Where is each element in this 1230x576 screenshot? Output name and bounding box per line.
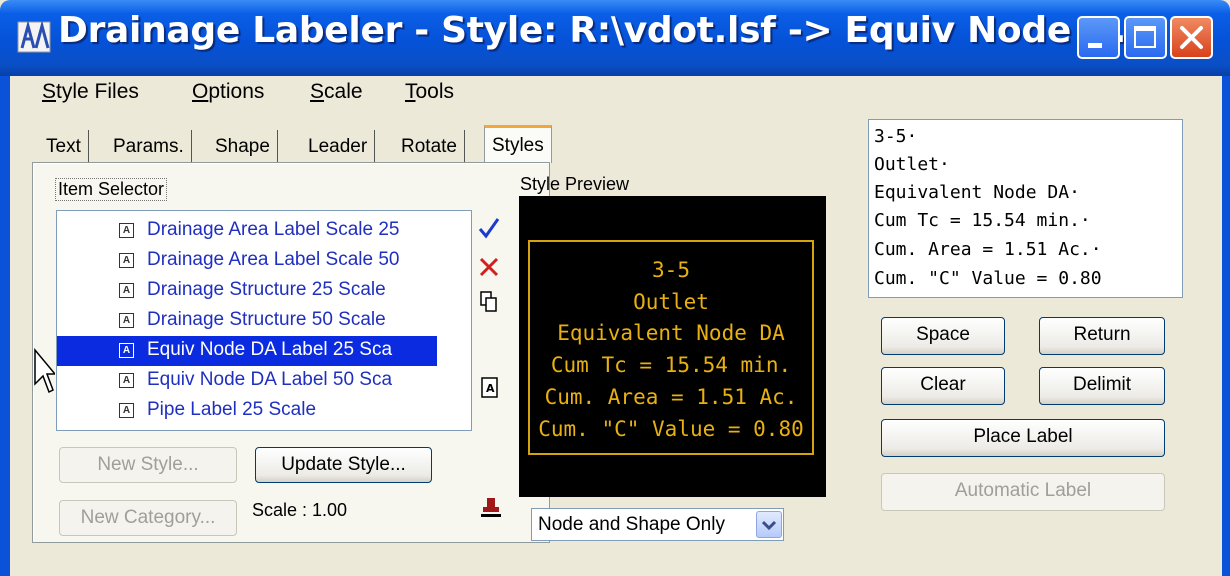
label-text-editor[interactable]: 3-5· Outlet· Equivalent Node DA· Cum Tc … (868, 119, 1183, 298)
list-item[interactable]: A Drainage Area Label Scale 50 (57, 246, 437, 276)
label-text-line: Cum. "C" Value = 0.80 (874, 268, 1102, 289)
delimit-button[interactable]: Delimit (1039, 367, 1165, 405)
mouse-cursor-icon (34, 348, 55, 394)
preview-line-1: 3-5 (652, 258, 690, 282)
label-text-line: Equivalent Node DA· (874, 182, 1080, 203)
update-style-button[interactable]: Update Style... (255, 447, 432, 483)
label-text-line: Outlet· (874, 154, 950, 175)
style-preview-label: Style Preview (520, 174, 630, 194)
automatic-label-button[interactable]: Automatic Label (881, 473, 1165, 511)
label-style-icon: A (119, 223, 134, 238)
close-button[interactable] (1170, 16, 1213, 59)
preview-line-3: Equivalent Node DA (557, 321, 785, 345)
list-item[interactable]: A Equiv Node DA Label 50 Sca (57, 366, 437, 396)
list-item[interactable]: A Drainage Area Label Scale 25 (57, 216, 437, 246)
place-label-button[interactable]: Place Label (881, 419, 1165, 457)
list-item-selected[interactable]: A Equiv Node DA Label 25 Sca (57, 336, 437, 366)
menu-bar: Style Files Options Scale Tools (10, 76, 1222, 114)
label-style-icon: A (119, 373, 134, 388)
svg-text:A: A (486, 382, 495, 395)
label-style-icon: A (119, 253, 134, 268)
minimize-button[interactable] (1077, 16, 1120, 59)
clear-button[interactable]: Clear (881, 367, 1005, 405)
label-style-icon: A (119, 343, 134, 358)
maximize-button[interactable] (1124, 16, 1167, 59)
window-title: Drainage Labeler - Style: R:\vdot.lsf ->… (58, 10, 1153, 51)
tab-text[interactable]: Text (39, 130, 89, 163)
new-style-button[interactable]: New Style... (59, 447, 237, 483)
menu-style-files[interactable]: Style Files (42, 80, 139, 104)
tab-styles[interactable]: Styles (484, 125, 552, 163)
label-style-icon: A (119, 283, 134, 298)
close-icon (1180, 26, 1203, 49)
preview-mode-select[interactable]: Node and Shape Only (531, 508, 784, 541)
return-button[interactable]: Return (1039, 317, 1165, 355)
tab-params[interactable]: Params. (106, 130, 192, 163)
list-item[interactable]: A Drainage Structure 25 Scale (57, 276, 437, 306)
title-bar[interactable]: Drainage Labeler - Style: R:\vdot.lsf ->… (0, 0, 1230, 76)
window-border-right (1222, 76, 1230, 576)
copy-icon[interactable] (479, 290, 499, 314)
stamp-icon[interactable] (480, 496, 502, 520)
label-text-line: Cum Tc = 15.54 min.· (874, 210, 1091, 231)
checkmark-icon[interactable] (478, 216, 500, 240)
menu-tools[interactable]: Tools (405, 80, 454, 104)
preview-mode-value: Node and Shape Only (538, 514, 725, 535)
menu-options[interactable]: Options (192, 80, 264, 104)
app-icon (17, 20, 51, 53)
tab-rotate[interactable]: Rotate (394, 130, 465, 163)
tab-leader[interactable]: Leader (301, 130, 376, 163)
paste-label-icon[interactable]: A (480, 376, 500, 400)
label-style-icon: A (119, 313, 134, 328)
item-selector-list[interactable]: A Drainage Area Label Scale 25 A Drainage … (56, 210, 472, 431)
space-button[interactable]: Space (881, 317, 1005, 355)
list-item[interactable]: A Pipe Label 25 Scale (57, 396, 437, 426)
chevron-down-icon (761, 520, 777, 531)
menu-scale[interactable]: Scale (310, 80, 363, 104)
delete-x-icon[interactable] (478, 256, 500, 278)
label-text-line: Cum. Area = 1.51 Ac.· (874, 239, 1102, 260)
list-item[interactable]: A Drainage Structure 50 Scale (57, 306, 437, 336)
preview-line-6: Cum. "C" Value = 0.80 (538, 417, 804, 441)
new-category-button[interactable]: New Category... (59, 500, 237, 536)
tab-shape[interactable]: Shape (208, 130, 278, 163)
minimize-icon (1088, 43, 1102, 48)
label-text-line: 3-5· (874, 126, 918, 147)
maximize-icon (1134, 26, 1156, 48)
preview-line-4: Cum Tc = 15.54 min. (550, 353, 792, 377)
preview-mode-dropdown-button[interactable] (756, 511, 782, 538)
window-border-left (0, 76, 10, 576)
scale-readout: Scale : 1.00 (252, 500, 348, 520)
preview-line-2: Outlet (633, 290, 709, 314)
preview-line-5: Cum. Area = 1.51 Ac. (544, 385, 798, 409)
label-style-icon: A (119, 403, 134, 418)
item-selector-label: Item Selector (55, 178, 168, 201)
